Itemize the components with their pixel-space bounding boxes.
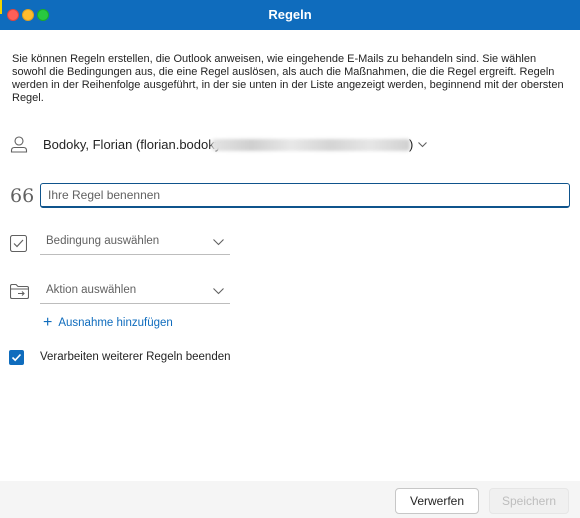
add-exception-label: Ausnahme hinzufügen xyxy=(58,317,173,329)
condition-label: Bedingung auswählen xyxy=(46,235,160,247)
rule-name-input[interactable] xyxy=(40,183,570,208)
action-label: Aktion auswählen xyxy=(46,284,137,296)
title-bar: Regeln xyxy=(0,0,580,30)
account-name[interactable]: Bodoky, Florian (florian.bodoky xyxy=(43,137,221,152)
window-title: Regeln xyxy=(268,7,312,22)
save-button[interactable]: Speichern xyxy=(489,488,569,514)
action-dropdown[interactable]: Aktion auswählen xyxy=(40,280,230,304)
stop-processing-checkbox[interactable] xyxy=(9,350,24,365)
condition-dropdown[interactable]: Bedingung auswählen xyxy=(40,231,230,255)
checkbox-icon xyxy=(9,234,28,257)
redacted-email xyxy=(212,139,410,151)
discard-button[interactable]: Verwerfen xyxy=(395,488,479,514)
account-name-suffix: ) xyxy=(409,137,414,152)
chevron-down-icon xyxy=(213,239,224,246)
quote-icon: 66 xyxy=(10,185,35,207)
add-exception-link[interactable]: + Ausnahme hinzufügen xyxy=(43,315,173,331)
checkmark-icon xyxy=(11,353,22,362)
folder-move-icon xyxy=(9,283,30,304)
stop-processing-label: Verarbeiten weiterer Regeln beenden xyxy=(40,351,231,363)
chevron-down-icon xyxy=(213,288,224,295)
intro-text: Sie können Regeln erstellen, die Outlook… xyxy=(12,53,564,104)
person-icon xyxy=(10,136,28,158)
plus-icon: + xyxy=(43,314,53,331)
chevron-down-icon[interactable] xyxy=(418,142,427,148)
